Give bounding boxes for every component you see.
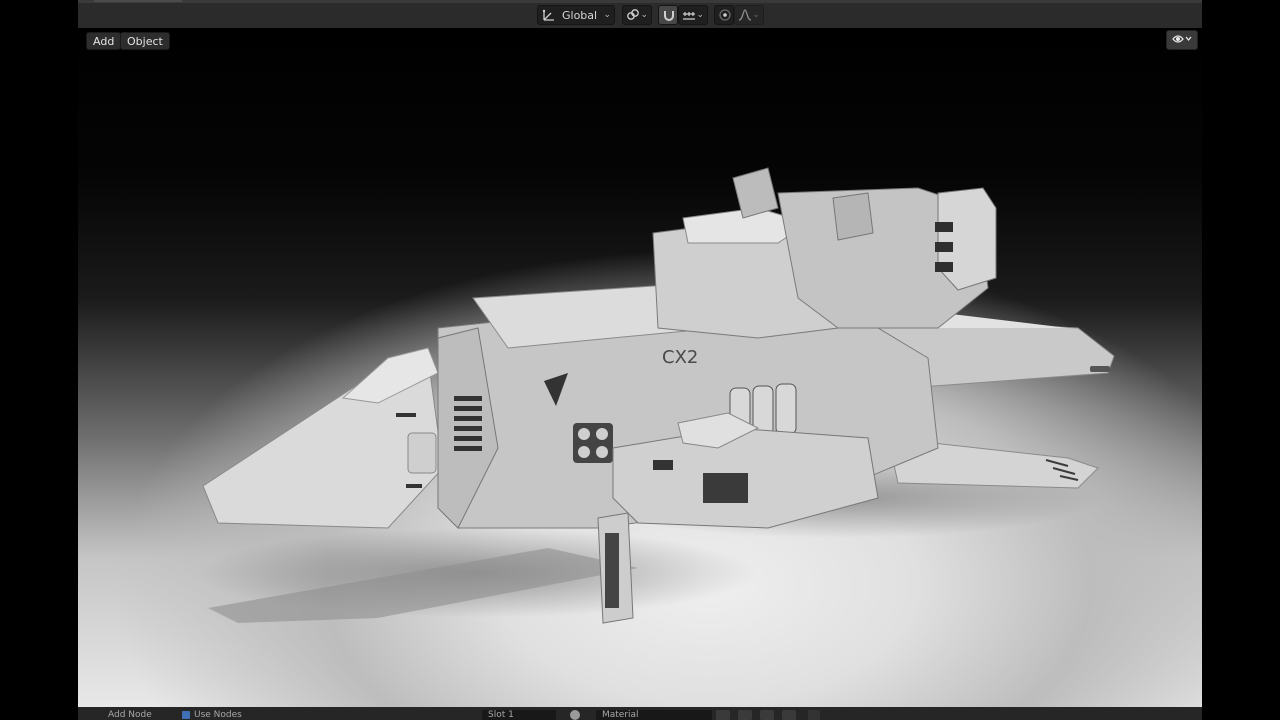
mount-vent <box>605 533 619 608</box>
snap-target-dropdown[interactable]: ⌄ <box>678 5 708 25</box>
side-pod <box>937 187 997 291</box>
bolt <box>596 428 608 440</box>
snap-increment-icon <box>682 8 696 22</box>
bolt <box>596 446 608 458</box>
transform-orientation-dropdown[interactable]: Global ⌄ <box>537 5 615 25</box>
viewport-header: Global ⌄ ⌄ ⌄ ⌄ <box>78 0 1202 29</box>
intake-vent <box>454 426 482 431</box>
duplicate-icon[interactable] <box>760 710 774 720</box>
close-icon[interactable] <box>782 710 796 720</box>
chevron-down-icon: ⌄ <box>640 10 648 20</box>
nose-slot <box>396 413 416 417</box>
eye-visibility-icon <box>1171 31 1193 50</box>
proportional-edit-icon <box>718 8 732 22</box>
right-black-bar <box>1202 0 1280 720</box>
snap-toggle[interactable] <box>658 5 678 25</box>
bolt-cluster <box>573 423 613 463</box>
intake-vent <box>454 436 482 441</box>
intake-vent <box>454 446 482 451</box>
3d-viewport[interactable]: CX2 Add Object <box>78 28 1202 707</box>
spaceship-model[interactable]: CX2 <box>78 28 1202 707</box>
vent-slot <box>935 242 953 252</box>
material-field[interactable]: Material <box>596 710 712 720</box>
bolt <box>578 446 590 458</box>
material-label: Material <box>602 710 639 720</box>
fake-user-icon[interactable] <box>716 710 730 720</box>
transform-orientation-icon <box>542 8 556 22</box>
chevron-down-icon: ⌄ <box>603 10 611 20</box>
material-sphere-icon <box>570 710 580 720</box>
intake-vent <box>454 396 482 401</box>
orientation-label: Global <box>562 8 598 22</box>
fuel-cell <box>775 383 797 435</box>
slot-field[interactable]: Slot 1 <box>482 710 556 720</box>
chevron-down-icon: ⌄ <box>696 10 704 20</box>
shield-icon[interactable] <box>738 710 752 720</box>
hull-marking: CX2 <box>662 347 698 368</box>
proportional-edit-toggle[interactable] <box>714 5 734 25</box>
vent-slot <box>935 222 953 232</box>
slot-label: Slot 1 <box>488 710 514 720</box>
cannon-barrel-slot <box>653 460 673 470</box>
status-add-node[interactable]: Add Node <box>108 710 152 720</box>
sensor-plate <box>832 192 874 241</box>
workspace-tab-strip <box>78 0 1202 3</box>
cannon-slot <box>703 473 748 503</box>
snap-magnet-icon <box>662 8 676 22</box>
vent-slot <box>935 262 953 272</box>
status-use-nodes[interactable]: Use Nodes <box>194 710 242 720</box>
blender-window: Global ⌄ ⌄ ⌄ ⌄ CX2 Add Object Add Node U… <box>78 0 1202 720</box>
nose-slot <box>406 484 422 488</box>
active-workspace-tab[interactable] <box>94 0 182 2</box>
falloff-dropdown[interactable]: ⌄ <box>734 5 764 25</box>
left-black-bar <box>0 0 78 720</box>
intake-vent <box>454 406 482 411</box>
object-menu[interactable]: Object <box>120 32 170 50</box>
nose-panel <box>407 432 437 474</box>
chevron-down-icon: ⌄ <box>752 10 760 20</box>
falloff-curve-icon <box>738 8 752 22</box>
add-menu[interactable]: Add <box>86 32 122 50</box>
pivot-link-icon <box>626 8 640 22</box>
node-icon <box>182 711 190 719</box>
pin-icon[interactable] <box>808 710 820 720</box>
intake-vent <box>454 416 482 421</box>
upper-fin-slot <box>1090 366 1110 372</box>
status-bar: Add Node Use Nodes Slot 1 Material <box>78 707 1202 720</box>
bolt <box>578 428 590 440</box>
visibility-dropdown[interactable] <box>1166 30 1198 50</box>
pivot-point-dropdown[interactable]: ⌄ <box>622 5 652 25</box>
